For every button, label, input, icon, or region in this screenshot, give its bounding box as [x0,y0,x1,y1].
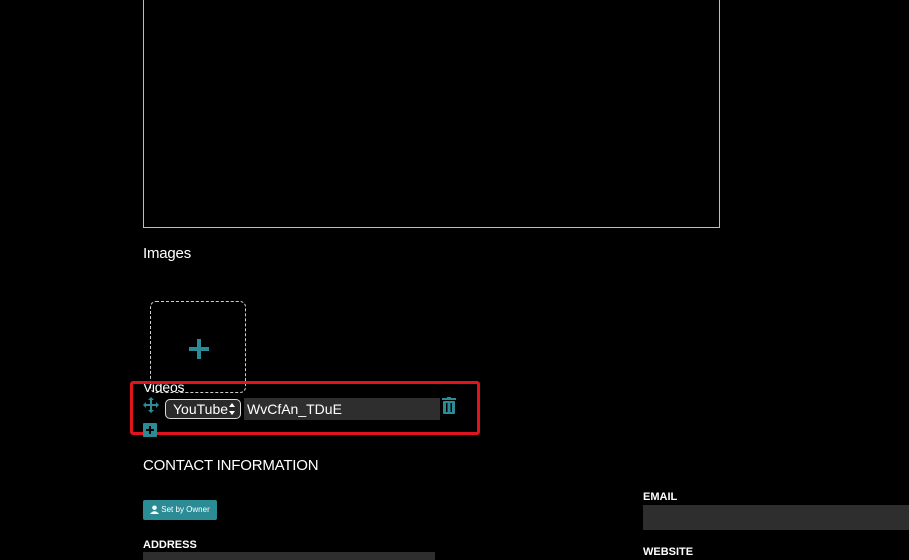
plus-icon [189,339,209,359]
contact-title: CONTACT INFORMATION [143,457,319,474]
add-video-icon[interactable] [143,423,157,437]
move-icon[interactable] [143,397,159,413]
video-provider-select[interactable]: YouTube [165,399,241,419]
video-id-input[interactable]: WvCfAn_TDuE [244,398,440,420]
set-by-owner-button[interactable]: Set by Owner [143,500,217,520]
video-provider-value: YouTube [173,401,229,417]
email-label: EMAIL [643,491,678,503]
address-input[interactable] [143,552,435,560]
chevron-updown-icon [229,403,235,415]
address-label: ADDRESS [143,539,197,551]
set-by-owner-label: Set by Owner [161,505,210,514]
trash-icon[interactable] [442,397,456,414]
description-box[interactable] [143,0,720,228]
user-icon [150,505,160,515]
email-input[interactable] [643,505,909,530]
images-label: Images [143,245,191,262]
website-label: WEBSITE [643,546,694,558]
